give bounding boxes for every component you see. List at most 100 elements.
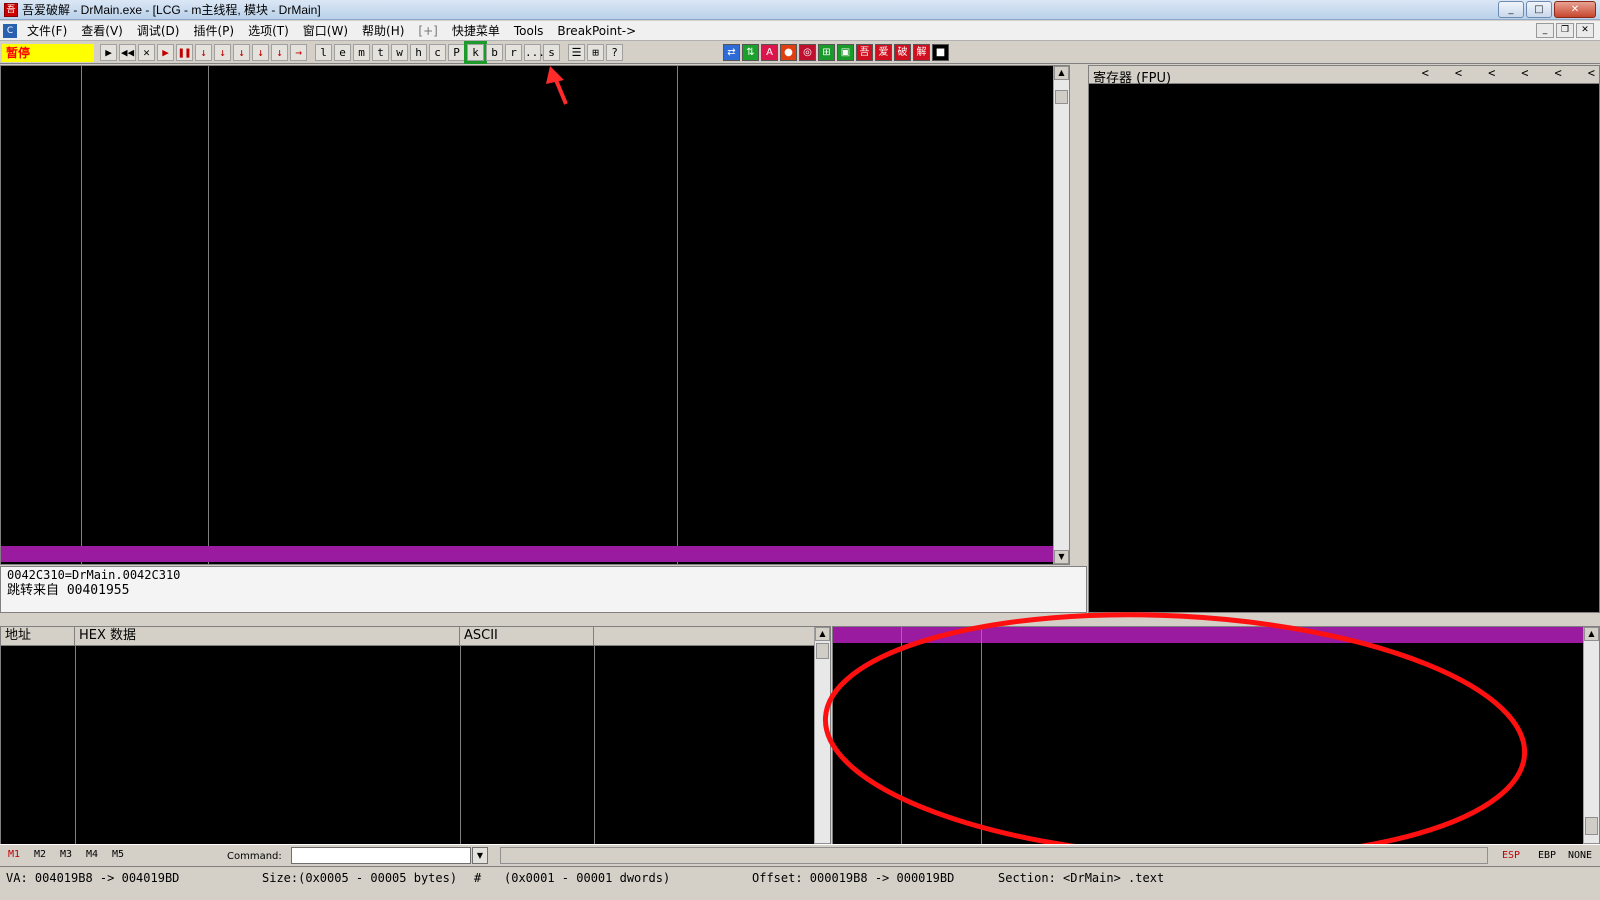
fpu-st-row[interactable] [1093, 436, 1599, 452]
close-button[interactable]: ✕ [1554, 1, 1596, 18]
menu-tools[interactable]: Tools [507, 24, 551, 38]
disassembly-pane[interactable]: ▲ ▼ [0, 65, 1070, 565]
toolbar-button-25[interactable]: ⊞ [587, 44, 604, 61]
tab-m5[interactable]: M5 [112, 849, 124, 860]
mdi-restore-button[interactable]: ❐ [1556, 23, 1574, 38]
disasm-row[interactable] [1, 242, 1053, 258]
toolbar-button-21[interactable]: r [505, 44, 522, 61]
dump-header-ascii[interactable]: ASCII [460, 627, 594, 646]
disasm-row[interactable] [1, 226, 1053, 242]
toolbar-button-10[interactable]: → [290, 44, 307, 61]
dump-row[interactable] [1, 806, 830, 822]
disasm-row[interactable] [1, 130, 1053, 146]
toolbar-button-2[interactable]: ✕ [138, 44, 155, 61]
tab-m2[interactable]: M2 [34, 849, 46, 860]
toolbar-button-3[interactable]: ▶ [157, 44, 174, 61]
stack-row[interactable] [833, 659, 1599, 675]
stack-row[interactable] [833, 755, 1599, 771]
dump-row[interactable] [1, 694, 830, 710]
disasm-row[interactable] [1, 162, 1053, 178]
scroll-up-icon[interactable]: ▲ [1054, 66, 1069, 80]
stack-row[interactable] [833, 771, 1599, 787]
disasm-row[interactable] [1, 530, 1053, 546]
command-input[interactable] [291, 847, 471, 864]
toolbar-button-17[interactable]: c [429, 44, 446, 61]
scroll-down-icon[interactable]: ▼ [1054, 550, 1069, 564]
fpu-st-row[interactable] [1093, 484, 1599, 500]
menu-help[interactable]: 帮助(H) [355, 22, 411, 39]
stack-row[interactable] [833, 723, 1599, 739]
stack-row[interactable] [833, 691, 1599, 707]
toolbar-button-24[interactable]: ☰ [568, 44, 585, 61]
dump-row[interactable] [1, 662, 830, 678]
toolbar-button-18[interactable]: P [448, 44, 465, 61]
stack-row[interactable] [833, 819, 1599, 835]
ebp-toggle[interactable]: EBP [1538, 850, 1556, 861]
toolbar-button-19[interactable]: k [464, 41, 487, 64]
disasm-scrollbar[interactable]: ▲ ▼ [1053, 66, 1069, 564]
mdi-close-button[interactable]: ✕ [1576, 23, 1594, 38]
hex-dump-pane[interactable]: 地址 HEX 数据 ASCII ▲ ▼ [0, 626, 831, 858]
dump-header-address[interactable]: 地址 [1, 627, 75, 646]
mdi-minimize-button[interactable]: _ [1536, 23, 1554, 38]
disasm-row[interactable] [1, 258, 1053, 274]
registers-pane[interactable]: 寄存器 (FPU) < < < < < < [1088, 65, 1600, 613]
disasm-row[interactable] [1, 418, 1053, 434]
plugin-icon-9[interactable]: 破 [894, 44, 911, 61]
toolbar-button-22[interactable]: ... [524, 44, 545, 61]
toolbar-button-26[interactable]: ? [606, 44, 623, 61]
scroll-up-icon[interactable]: ▲ [815, 627, 830, 641]
toolbar-button-23[interactable]: s [543, 44, 560, 61]
plugin-icon-11[interactable]: ■ [932, 44, 949, 61]
register-nav-button-3[interactable]: < [1521, 66, 1528, 80]
tab-m4[interactable]: M4 [86, 849, 98, 860]
disasm-row[interactable] [1, 290, 1053, 306]
toolbar-button-4[interactable]: ❚❚ [176, 44, 193, 61]
fpu-st-row[interactable] [1093, 500, 1599, 516]
disasm-row[interactable] [1, 514, 1053, 530]
disasm-row[interactable] [1, 482, 1053, 498]
toolbar-button-1[interactable]: ◀◀ [119, 44, 136, 61]
disasm-row[interactable] [1, 210, 1053, 226]
register-nav-button-0[interactable]: < [1422, 66, 1429, 80]
dump-scrollbar[interactable]: ▲ ▼ [814, 627, 830, 857]
scroll-up-icon[interactable]: ▲ [1584, 627, 1599, 641]
tab-m1[interactable]: M1 [8, 849, 20, 860]
disasm-row[interactable] [1, 402, 1053, 418]
menu-file[interactable]: 文件(F) [20, 22, 74, 39]
dump-row[interactable] [1, 726, 830, 742]
menu-view[interactable]: 查看(V) [74, 22, 130, 39]
menu-window[interactable]: 窗口(W) [296, 22, 355, 39]
none-toggle[interactable]: NONE [1568, 850, 1592, 861]
plugin-icon-2[interactable]: A [761, 44, 778, 61]
disasm-row[interactable] [1, 562, 1053, 564]
disasm-row[interactable] [1, 354, 1053, 370]
plugin-icon-7[interactable]: 吾 [856, 44, 873, 61]
fpu-st-row[interactable] [1093, 452, 1599, 468]
stack-scrollbar[interactable]: ▲ ▼ [1583, 627, 1599, 857]
disasm-row[interactable] [1, 386, 1053, 402]
toolbar-button-16[interactable]: h [410, 44, 427, 61]
plugin-icon-1[interactable]: ⇅ [742, 44, 759, 61]
fpu-st-row[interactable] [1093, 468, 1599, 484]
menu-plugins[interactable]: 插件(P) [186, 22, 241, 39]
disasm-row[interactable] [1, 466, 1053, 482]
menu-debug[interactable]: 调试(D) [130, 22, 187, 39]
disasm-row[interactable] [1, 98, 1053, 114]
disasm-row[interactable] [1, 178, 1053, 194]
dump-row[interactable] [1, 822, 830, 838]
disasm-row[interactable] [1, 146, 1053, 162]
dump-header-hex[interactable]: HEX 数据 [75, 627, 460, 646]
dump-row[interactable] [1, 710, 830, 726]
menu-breakpoint[interactable]: BreakPoint-> [550, 24, 643, 38]
stack-pane[interactable]: ▲ ▼ [832, 626, 1600, 858]
disasm-row[interactable] [1, 114, 1053, 130]
fpu-st-row[interactable] [1093, 516, 1599, 532]
disasm-row[interactable] [1, 546, 1053, 562]
menu-plus[interactable]: [+] [411, 24, 444, 38]
disasm-row[interactable] [1, 322, 1053, 338]
stack-row[interactable] [833, 787, 1599, 803]
dump-row[interactable] [1, 790, 830, 806]
disasm-row[interactable] [1, 274, 1053, 290]
stack-row[interactable] [833, 739, 1599, 755]
